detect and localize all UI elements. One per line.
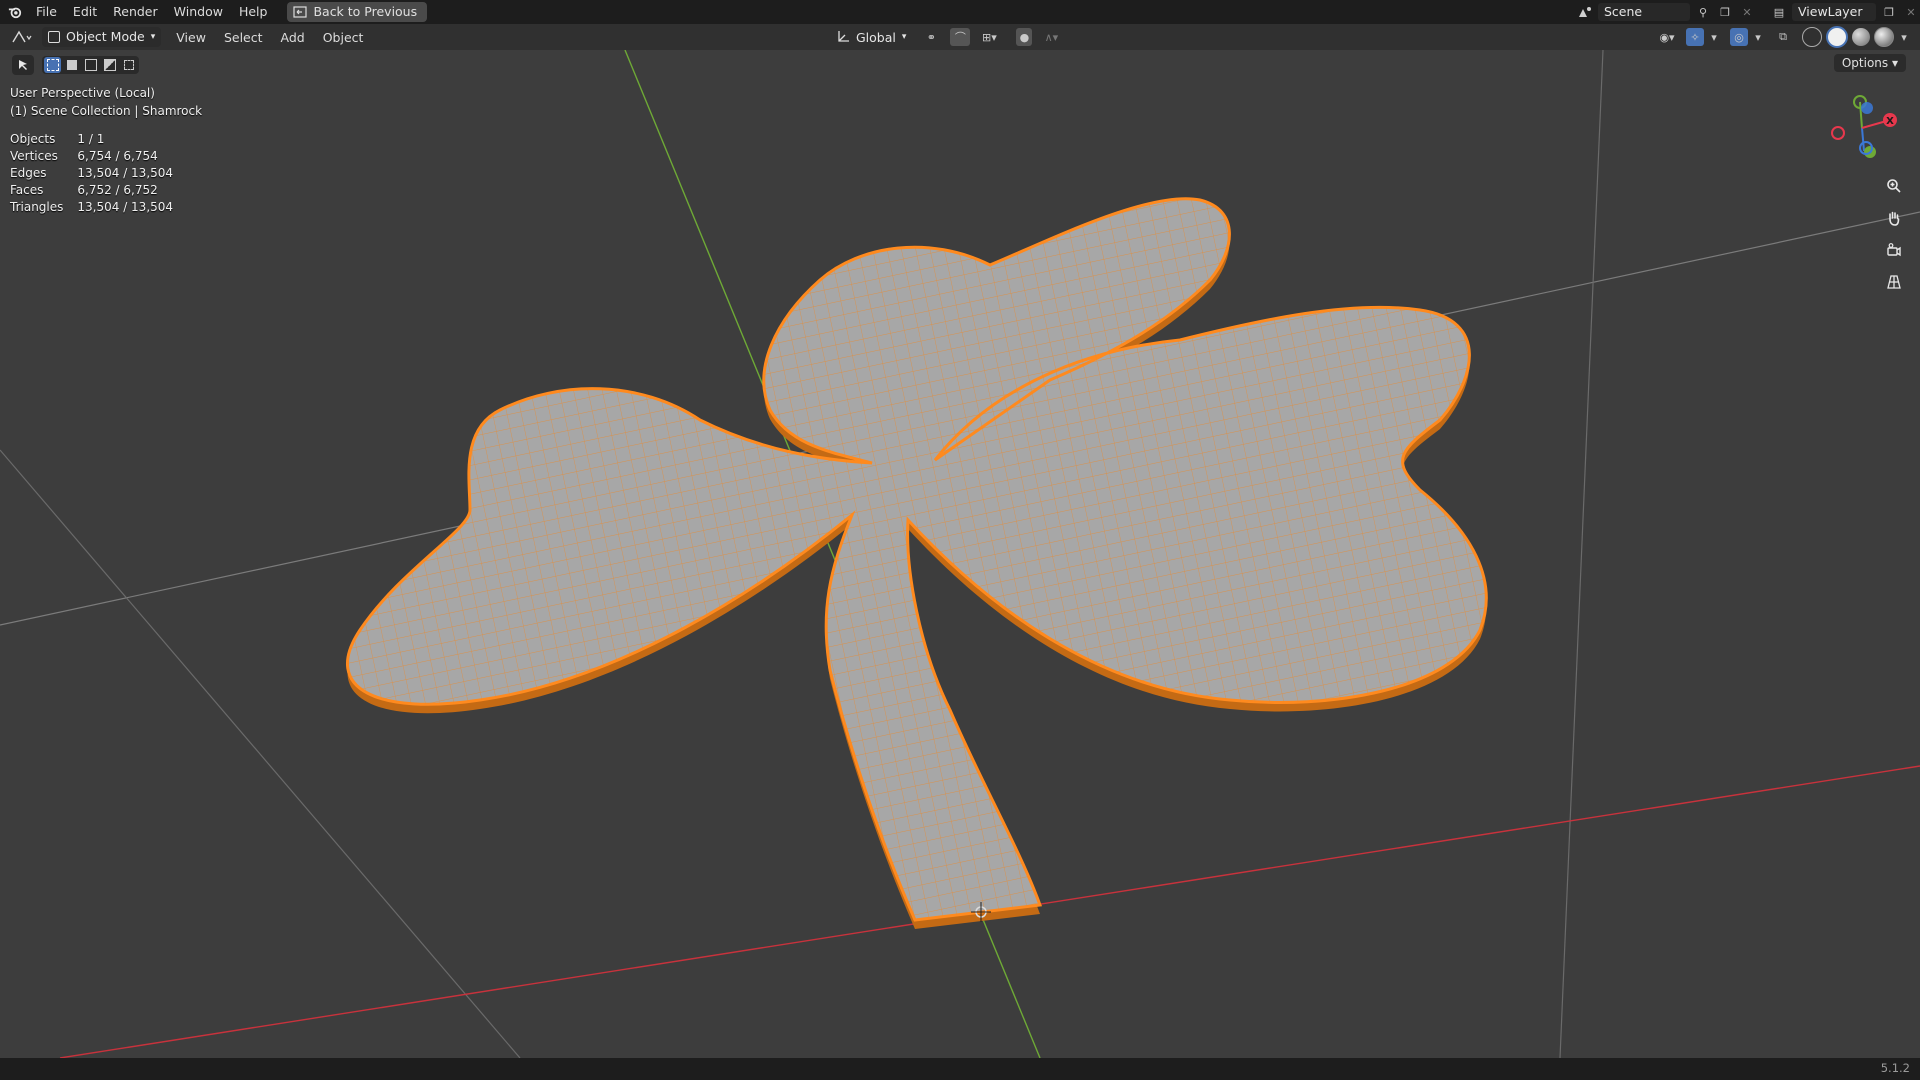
select-new-icon[interactable] <box>44 57 61 73</box>
new-scene-icon[interactable]: ❐ <box>1716 3 1734 21</box>
object-mode-label: Object Mode <box>66 29 145 44</box>
selection-mode-group <box>42 56 139 74</box>
view-layer-selector-icon[interactable]: ▤ <box>1770 3 1788 21</box>
delete-scene-icon[interactable]: ✕ <box>1738 3 1756 21</box>
select-extend-icon[interactable] <box>63 57 80 73</box>
back-screen-icon <box>293 6 308 18</box>
object-visibility-icon[interactable]: ◉▾ <box>1652 28 1682 46</box>
stat-label: Triangles <box>10 200 64 214</box>
pivot-point-icon[interactable]: ⚭ <box>918 28 944 46</box>
stat-value: 1 / 1 <box>77 132 105 146</box>
pan-hand-icon[interactable] <box>1882 206 1906 230</box>
snap-target-icon[interactable]: ⊞▾ <box>976 28 1002 46</box>
stat-label: Objects <box>10 132 56 146</box>
select-subtract-icon[interactable] <box>82 57 99 73</box>
gizmo-z-positive[interactable] <box>1861 102 1873 114</box>
wireframe-shading-icon[interactable] <box>1802 27 1822 47</box>
stat-value: 6,752 / 6,752 <box>77 183 158 197</box>
zoom-icon[interactable] <box>1882 174 1906 198</box>
grid-line <box>0 449 521 1058</box>
center-tools: Global ▾ ⚭ ⌒ ⊞▾ ● ∧▾ <box>836 24 1064 50</box>
header-menu-select[interactable]: Select <box>215 30 272 45</box>
header-menu-object[interactable]: Object <box>314 30 373 45</box>
stat-value: 13,504 / 13,504 <box>77 200 174 214</box>
status-bar: 5.1.2 <box>0 1058 1920 1080</box>
camera-view-icon[interactable] <box>1882 238 1906 262</box>
view-layer-field[interactable]: ViewLayer <box>1792 3 1876 21</box>
proportional-falloff-icon[interactable]: ∧▾ <box>1038 28 1064 46</box>
gizmo-x-negative[interactable] <box>1831 126 1845 140</box>
scene-selector-icon[interactable] <box>1576 3 1594 21</box>
header-menu-add[interactable]: Add <box>272 30 314 45</box>
stat-value: 6,754 / 6,754 <box>77 149 158 163</box>
stat-row: Triangles 13,504 / 13,504 <box>10 200 187 217</box>
overlays-toggle-icon[interactable]: ◎ <box>1730 28 1748 46</box>
scene-name: Scene <box>1604 4 1643 19</box>
viewport-3d[interactable] <box>0 50 1920 1058</box>
chevron-down-icon: ▾ <box>150 32 156 42</box>
stat-label: Edges <box>10 166 47 180</box>
version-label: 5.1.2 <box>1880 1061 1910 1075</box>
stat-label: Vertices <box>10 149 58 163</box>
editor-type-icon[interactable] <box>8 28 36 46</box>
shamrock-object[interactable] <box>346 197 1488 929</box>
pin-scene-icon[interactable]: ⚲ <box>1694 3 1712 21</box>
topbar-right: Scene ⚲ ❐ ✕ ▤ ViewLayer ❐ ✕ <box>1576 0 1920 24</box>
view-layer-name: ViewLayer <box>1798 4 1863 19</box>
gizmo-toggle-icon[interactable]: ✧ <box>1686 28 1704 46</box>
topbar: File Edit Render Window Help Back to Pre… <box>0 0 1920 24</box>
stat-row: Faces 6,752 / 6,752 <box>10 183 187 200</box>
stat-label: Faces <box>10 183 44 197</box>
viewport-collection-label: (1) Scene Collection | Shamrock <box>10 104 203 118</box>
viewport-perspective-label: User Perspective (Local) <box>10 86 155 100</box>
scene-name-field[interactable]: Scene <box>1598 3 1690 21</box>
transform-orientation-dropdown[interactable]: Global ▾ <box>836 30 906 45</box>
rendered-shading-icon[interactable] <box>1874 27 1894 47</box>
stat-value: 13,504 / 13,504 <box>77 166 174 180</box>
overlays-menu-chevron-icon[interactable]: ▾ <box>1752 28 1764 46</box>
scene-statistics: Objects 1 / 1 Vertices 6,754 / 6,754 Edges… <box>10 132 187 217</box>
grid-line <box>1559 50 1604 1058</box>
orientation-axes-icon <box>838 31 849 42</box>
header-right-tools: ◉▾ ✧ ▾ ◎ ▾ ⧉ ▾ <box>1652 24 1910 50</box>
options-dropdown[interactable]: Options ▾ <box>1833 54 1906 72</box>
snap-toggle-icon[interactable]: ⌒ <box>950 28 971 46</box>
navigation-gizmo[interactable]: X <box>1818 88 1898 168</box>
gizmo-menu-chevron-icon[interactable]: ▾ <box>1708 28 1720 46</box>
chevron-down-icon: ▾ <box>901 32 907 42</box>
gizmo-x-label: X <box>1886 116 1894 127</box>
viewport-navigation-buttons <box>1882 174 1906 294</box>
menu-edit[interactable]: Edit <box>65 0 105 24</box>
back-to-previous-button[interactable]: Back to Previous <box>287 2 428 22</box>
stat-row: Objects 1 / 1 <box>10 132 187 149</box>
shading-menu-chevron-icon[interactable]: ▾ <box>1898 28 1910 46</box>
select-tool-icon[interactable] <box>12 55 34 75</box>
header-menu-view[interactable]: View <box>167 30 215 45</box>
menu-file[interactable]: File <box>28 0 65 24</box>
perspective-toggle-icon[interactable] <box>1882 270 1906 294</box>
menu-help[interactable]: Help <box>231 0 276 24</box>
stat-row: Edges 13,504 / 13,504 <box>10 166 187 183</box>
back-to-previous-label: Back to Previous <box>313 4 418 19</box>
viewport-header: Object Mode ▾ View Select Add Object Glo… <box>0 24 1920 50</box>
menu-window[interactable]: Window <box>166 0 231 24</box>
options-label: Options <box>1841 56 1889 70</box>
xray-toggle-icon[interactable]: ⧉ <box>1774 28 1792 46</box>
material-preview-shading-icon[interactable] <box>1852 28 1870 46</box>
object-mode-dropdown[interactable]: Object Mode ▾ <box>42 27 162 47</box>
solid-shading-icon[interactable] <box>1826 26 1848 48</box>
object-mode-icon <box>48 31 60 43</box>
select-intersect-icon[interactable] <box>120 57 137 73</box>
proportional-editing-icon[interactable]: ● <box>1016 28 1033 46</box>
stat-row: Vertices 6,754 / 6,754 <box>10 149 187 166</box>
transform-orientation-label: Global <box>856 29 896 45</box>
delete-view-layer-icon[interactable]: ✕ <box>1902 3 1920 21</box>
menu-render[interactable]: Render <box>105 0 166 24</box>
new-view-layer-icon[interactable]: ❐ <box>1880 3 1898 21</box>
select-invert-icon[interactable] <box>101 57 118 73</box>
tool-settings-row <box>12 54 139 76</box>
blender-logo-icon[interactable] <box>8 5 22 19</box>
